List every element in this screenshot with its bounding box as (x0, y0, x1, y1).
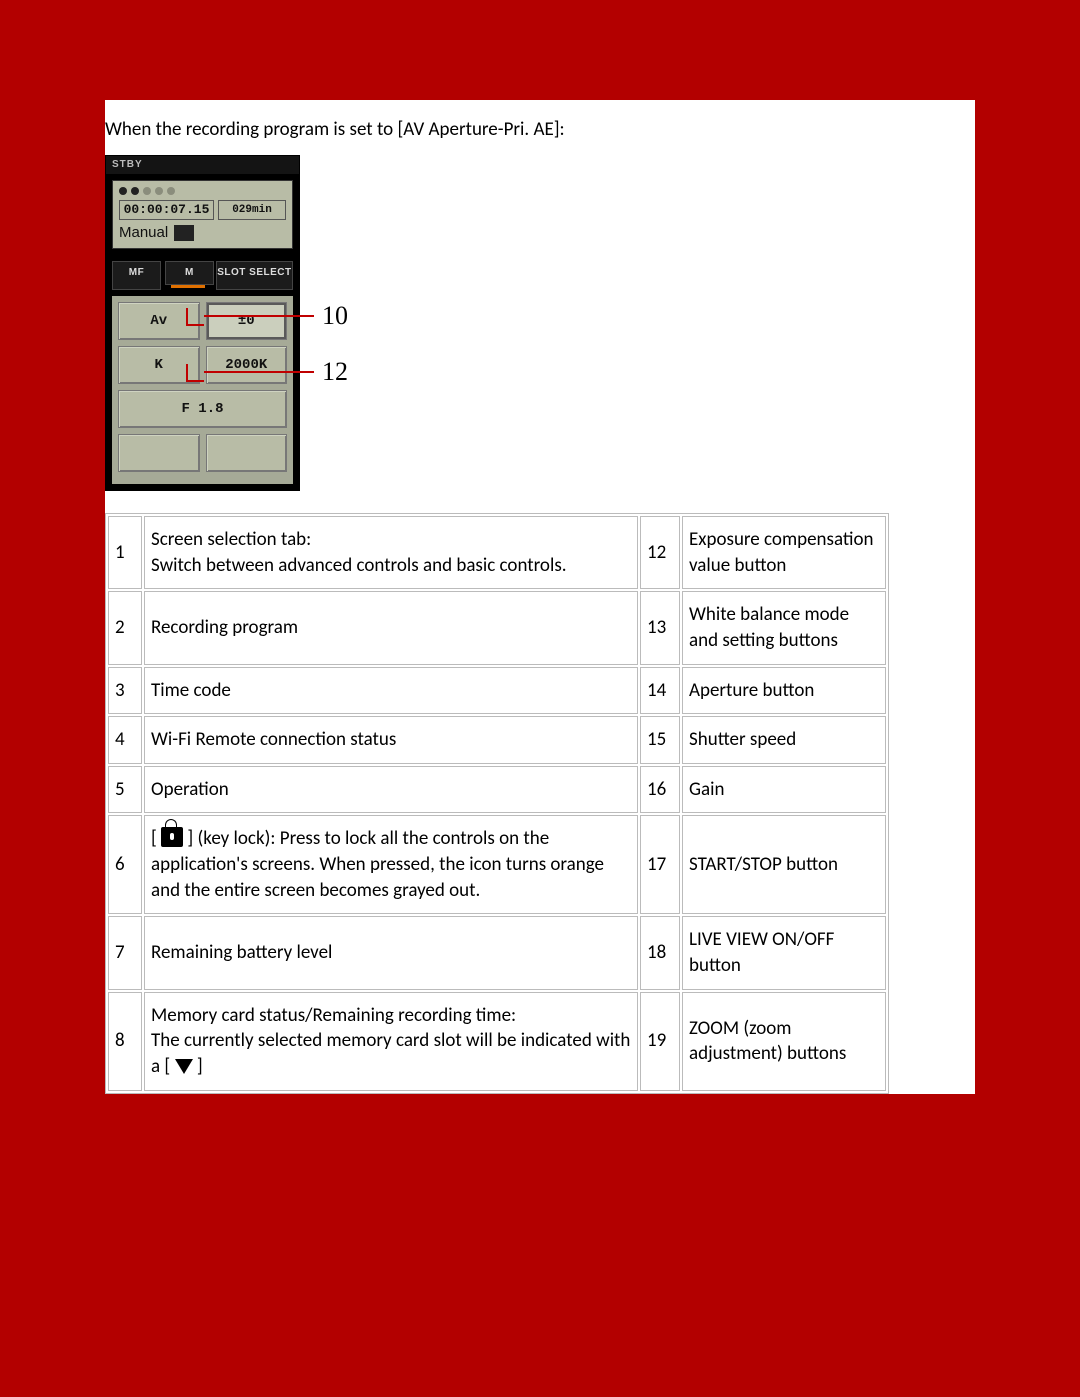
legend-num: 1 (108, 516, 142, 589)
tab-dot (119, 187, 127, 195)
blank-button[interactable] (118, 434, 200, 472)
legend-desc: White balance mode and setting buttons (682, 591, 886, 664)
legend-num: 14 (640, 667, 680, 715)
m-button[interactable]: M (165, 261, 214, 285)
callout-number: 12 (314, 359, 348, 385)
legend-text: [ (151, 827, 161, 850)
legend-num: 15 (640, 716, 680, 764)
callout-line (204, 315, 314, 317)
legend-text: The currently selected memory card slot … (151, 1028, 631, 1079)
mode-row: Manual (119, 224, 286, 242)
legend-desc: ZOOM (zoom adjustment) buttons (682, 992, 886, 1091)
legend-desc: Wi-Fi Remote connection status (144, 716, 638, 764)
legend-num: 2 (108, 591, 142, 664)
callout-line (204, 371, 314, 373)
legend-num: 4 (108, 716, 142, 764)
table-row: 4 Wi-Fi Remote connection status 15 Shut… (108, 716, 886, 764)
legend-num: 17 (640, 815, 680, 914)
legend-desc: LIVE VIEW ON/OFF button (682, 916, 886, 989)
aperture-button[interactable]: F 1.8 (118, 390, 287, 428)
mf-button[interactable]: MF (112, 261, 161, 290)
legend-desc: Gain (682, 766, 886, 814)
legend-desc: Operation (144, 766, 638, 814)
callout-number: 10 (314, 303, 348, 329)
exposure-comp-button[interactable]: ±0 (206, 302, 288, 340)
legend-desc: Remaining battery level (144, 916, 638, 989)
wb-value-button[interactable]: 2000K (206, 346, 288, 384)
legend-desc: Recording program (144, 591, 638, 664)
table-row: 2 Recording program 13 White balance mod… (108, 591, 886, 664)
legend-desc: Memory card status/Remaining recording t… (144, 992, 638, 1091)
slot-select-button[interactable]: SLOT SELECT (216, 261, 293, 290)
timecode-display: 00:00:07.15 (119, 200, 214, 220)
tab-dot (131, 187, 139, 195)
device-lcd-panel: 00:00:07.15 029min Manual (112, 180, 293, 249)
intro-text: When the recording program is set to [AV… (105, 118, 975, 155)
table-row: 8 Memory card status/Remaining recording… (108, 992, 886, 1091)
legend-desc: START/STOP button (682, 815, 886, 914)
tab-dot (143, 187, 151, 195)
manual-page: When the recording program is set to [AV… (105, 100, 975, 1094)
tab-dot (155, 187, 163, 195)
legend-desc: Time code (144, 667, 638, 715)
legend-num: 3 (108, 667, 142, 715)
lock-icon (161, 827, 183, 847)
legend-num: 5 (108, 766, 142, 814)
mode-icon (174, 225, 194, 241)
legend-num: 7 (108, 916, 142, 989)
table-row: 5 Operation 16 Gain (108, 766, 886, 814)
screen-tab-dots (119, 187, 286, 195)
callout-12: 12 (314, 359, 348, 385)
legend-num: 13 (640, 591, 680, 664)
triangle-down-icon (175, 1059, 193, 1074)
tab-dot (167, 187, 175, 195)
device-button-row: MF M SLOT SELECT (106, 255, 299, 296)
callout-column: 10 12 (314, 155, 348, 385)
device-callout-area: STBY 00:00:07.15 029min Manual (105, 155, 975, 491)
legend-desc: Shutter speed (682, 716, 886, 764)
blank-button[interactable] (206, 434, 288, 472)
device-status: STBY (106, 156, 299, 174)
legend-desc: [ ] (key lock): Press to lock all the co… (144, 815, 638, 914)
legend-num: 16 (640, 766, 680, 814)
legend-desc: Aperture button (682, 667, 886, 715)
legend-text: ] (key lock): Press to lock all the cont… (151, 827, 604, 901)
legend-num: 19 (640, 992, 680, 1091)
legend-num: 12 (640, 516, 680, 589)
callout-10: 10 (314, 303, 348, 329)
legend-desc: Exposure compensation value button (682, 516, 886, 589)
legend-text: Screen selection tab: Switch between adv… (151, 528, 567, 577)
table-row: 7 Remaining battery level 18 LIVE VIEW O… (108, 916, 886, 989)
table-row: 3 Time code 14 Aperture button (108, 667, 886, 715)
legend-num: 6 (108, 815, 142, 914)
legend-text: Memory card status/Remaining recording t… (151, 1003, 631, 1029)
table-row: 1 Screen selection tab: Switch between a… (108, 516, 886, 589)
legend-desc: Screen selection tab: Switch between adv… (144, 516, 638, 589)
legend-table: 1 Screen selection tab: Switch between a… (105, 513, 889, 1094)
table-row: 6 [ ] (key lock): Press to lock all the … (108, 815, 886, 914)
legend-num: 18 (640, 916, 680, 989)
remaining-time-display: 029min (218, 200, 286, 220)
m-underline (171, 285, 205, 288)
legend-num: 8 (108, 992, 142, 1091)
mode-label: Manual (119, 224, 168, 242)
